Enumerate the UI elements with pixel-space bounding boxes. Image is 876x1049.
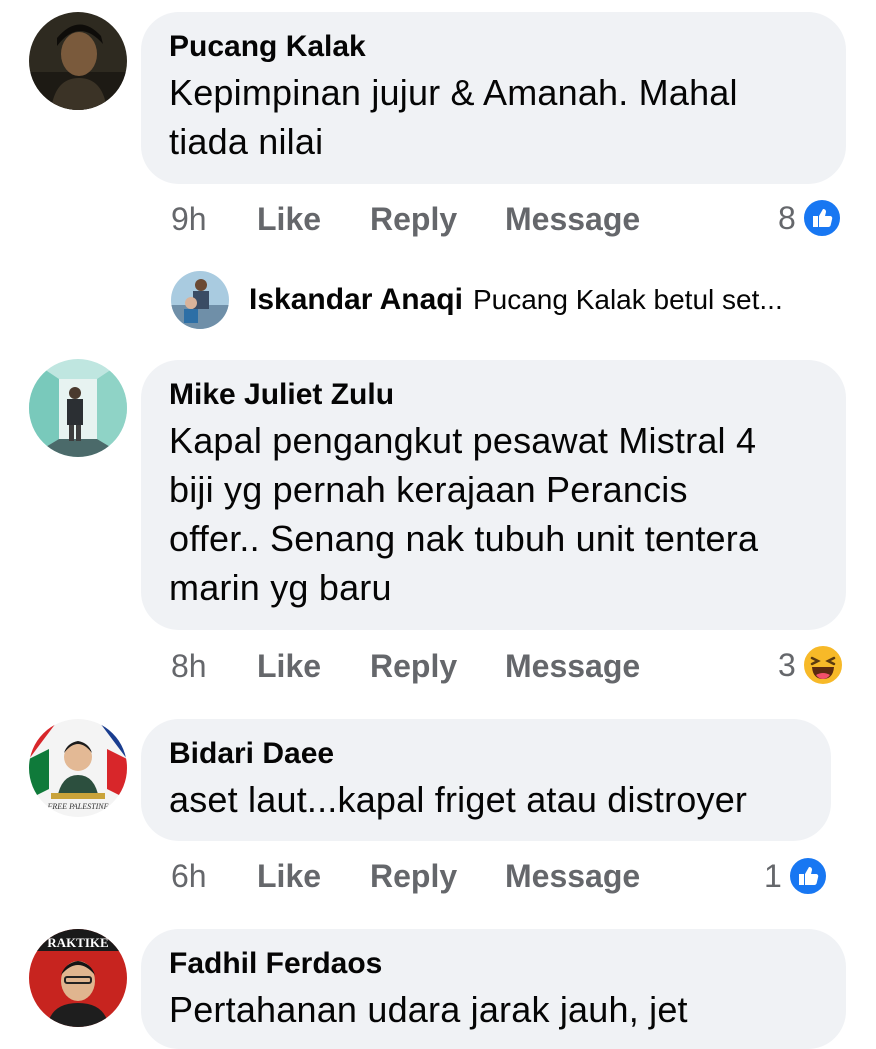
comment-text-line: Kapal pengangkut pesawat Mistral 4 xyxy=(169,420,757,461)
comment-author[interactable]: Pucang Kalak xyxy=(169,28,818,66)
avatar-mike-juliet-zulu[interactable] xyxy=(29,359,127,457)
comment-text-line: Pertahanan udara jarak jauh, jet xyxy=(169,989,688,1030)
comment-author[interactable]: Mike Juliet Zulu xyxy=(169,376,818,414)
comment-text-line: biji yg pernah kerajaan Perancis xyxy=(169,469,688,510)
reply-button[interactable]: Reply xyxy=(370,858,457,895)
comment-text: Pertahanan udara jarak jauh, jet xyxy=(169,985,818,1034)
like-button[interactable]: Like xyxy=(257,858,321,895)
reaction-count: 3 xyxy=(778,646,796,683)
comment-text: aset laut...kapal friget atau distroyer xyxy=(169,775,803,824)
comment-bubble: Mike Juliet Zulu Kapal pengangkut pesawa… xyxy=(141,360,846,630)
profile-photo xyxy=(171,271,229,329)
reply-button[interactable]: Reply xyxy=(370,201,457,238)
profile-photo: FREE PALESTINE xyxy=(29,719,127,817)
comment-time[interactable]: 9h xyxy=(171,201,207,238)
avatar-banner-text: RAKTIKE xyxy=(47,935,108,950)
comment-text-line: aset laut...kapal friget atau distroyer xyxy=(169,779,748,820)
comment-text-line: tiada nilai xyxy=(169,121,324,162)
avatar-iskandar-anaqi[interactable] xyxy=(171,271,229,329)
comment-text-line: Kepimpinan jujur & Amanah. Mahal xyxy=(169,72,738,113)
comment-author[interactable]: Fadhil Ferdaos xyxy=(169,945,818,983)
comment-text-line: offer.. Senang nak tubuh unit tentera xyxy=(169,518,759,559)
reply-author[interactable]: Iskandar Anaqi xyxy=(249,283,463,317)
like-icon xyxy=(801,198,842,238)
comment-author[interactable]: Bidari Daee xyxy=(169,735,803,773)
comment-text-line: marin yg baru xyxy=(169,567,392,608)
reaction-summary[interactable]: 3 xyxy=(778,643,844,687)
comment-time[interactable]: 8h xyxy=(171,648,207,685)
comment-bubble: Pucang Kalak Kepimpinan jujur & Amanah. … xyxy=(141,12,846,184)
like-button[interactable]: Like xyxy=(257,201,321,238)
profile-photo: RAKTIKE xyxy=(29,929,127,1027)
reply-snippet: Pucang Kalak betul set... xyxy=(472,284,783,315)
profile-photo xyxy=(29,359,127,457)
comment-bubble: Fadhil Ferdaos Pertahanan udara jarak ja… xyxy=(141,929,846,1049)
reaction-count: 8 xyxy=(778,199,796,236)
like-button[interactable]: Like xyxy=(257,648,321,685)
message-button[interactable]: Message xyxy=(505,201,640,238)
reaction-summary[interactable]: 1 xyxy=(764,854,828,898)
avatar-bidari-daee[interactable]: FREE PALESTINE xyxy=(29,719,127,817)
reply-button[interactable]: Reply xyxy=(370,648,457,685)
message-button[interactable]: Message xyxy=(505,648,640,685)
message-button[interactable]: Message xyxy=(505,858,640,895)
comment-text: Kepimpinan jujur & Amanah. Mahal tiada n… xyxy=(169,68,818,166)
haha-icon xyxy=(801,644,844,686)
avatar-caption: FREE PALESTINE xyxy=(47,802,109,811)
reaction-count: 1 xyxy=(764,857,782,894)
comment-bubble: Bidari Daee aset laut...kapal friget ata… xyxy=(141,719,831,841)
comment-time[interactable]: 6h xyxy=(171,858,207,895)
avatar-pucang-kalak[interactable] xyxy=(29,12,127,110)
reply-preview[interactable]: Iskandar Anaqi Pucang Kalak betul set... xyxy=(171,270,783,330)
comment-text: Kapal pengangkut pesawat Mistral 4 biji … xyxy=(169,416,818,612)
like-icon xyxy=(787,856,828,896)
reaction-summary[interactable]: 8 xyxy=(778,196,842,240)
profile-photo xyxy=(29,12,127,110)
avatar-fadhil-ferdaos[interactable]: RAKTIKE xyxy=(29,929,127,1027)
